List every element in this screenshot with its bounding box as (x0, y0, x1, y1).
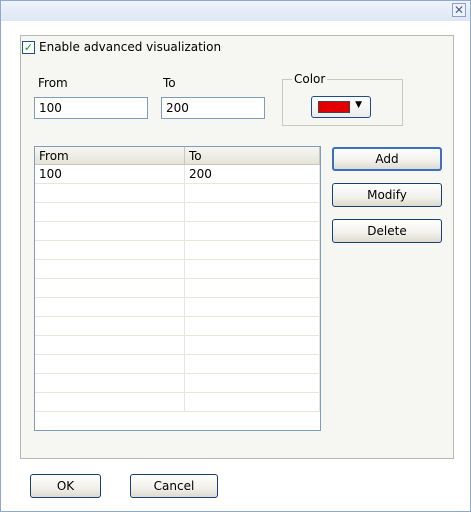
close-button[interactable]: ✕ (452, 3, 466, 17)
checkbox-label: Enable advanced visualization (39, 40, 222, 54)
cell-to[interactable] (184, 392, 320, 412)
cell-to[interactable]: 200 (184, 164, 320, 184)
table-row[interactable] (35, 316, 320, 336)
enable-advanced-visualization-checkbox[interactable]: ✓ Enable advanced visualization (22, 40, 221, 54)
cell-to[interactable] (184, 259, 320, 279)
cell-to[interactable] (184, 354, 320, 374)
title-bar: ✕ (1, 1, 470, 21)
table-row[interactable] (35, 335, 320, 355)
cell-to[interactable] (184, 221, 320, 241)
cell-to[interactable] (184, 297, 320, 317)
cell-from[interactable] (35, 259, 185, 279)
cell-from[interactable] (35, 354, 185, 374)
cell-to[interactable] (184, 316, 320, 336)
cell-from[interactable] (35, 202, 185, 222)
column-header-from[interactable]: From (35, 147, 185, 165)
column-header-to[interactable]: To (184, 147, 320, 165)
table-row[interactable] (35, 221, 320, 241)
checkmark-icon: ✓ (23, 40, 34, 54)
table-row[interactable] (35, 392, 320, 412)
table-row[interactable] (35, 373, 320, 393)
table-row[interactable] (35, 240, 320, 260)
cell-from[interactable] (35, 221, 185, 241)
color-groupbox: Color ▼ (282, 72, 403, 126)
table-row[interactable] (35, 202, 320, 222)
table-row[interactable] (35, 278, 320, 298)
color-picker-button[interactable]: ▼ (311, 96, 371, 118)
cell-from[interactable] (35, 373, 185, 393)
cell-to[interactable] (184, 240, 320, 260)
cell-from[interactable]: 100 (35, 164, 185, 184)
to-input[interactable]: 200 (161, 97, 265, 119)
cell-from[interactable] (35, 278, 185, 298)
from-label: From (38, 76, 68, 90)
modify-button[interactable]: Modify (332, 183, 442, 207)
visualization-dialog: ✕ ✓ Enable advanced visualization From T… (0, 0, 471, 512)
cell-to[interactable] (184, 373, 320, 393)
table-row[interactable] (35, 297, 320, 317)
cell-to[interactable] (184, 202, 320, 222)
add-button[interactable]: Add (332, 147, 442, 171)
cell-to[interactable] (184, 278, 320, 298)
checkbox-box[interactable]: ✓ (22, 40, 35, 54)
delete-button[interactable]: Delete (332, 219, 442, 243)
table-row[interactable] (35, 354, 320, 374)
cancel-button[interactable]: Cancel (130, 474, 218, 498)
from-input[interactable]: 100 (34, 97, 148, 119)
cell-to[interactable] (184, 335, 320, 355)
cell-from[interactable] (35, 183, 185, 203)
cell-from[interactable] (35, 392, 185, 412)
table-row[interactable]: 100 200 (35, 164, 320, 184)
to-label: To (163, 76, 176, 90)
table-row[interactable] (35, 183, 320, 203)
color-legend: Color (292, 72, 328, 86)
color-swatch (318, 101, 350, 113)
cell-from[interactable] (35, 240, 185, 260)
range-table[interactable]: From To 100 200 (34, 146, 321, 431)
cell-to[interactable] (184, 183, 320, 203)
ok-button[interactable]: OK (30, 474, 101, 498)
dropdown-arrow-icon: ▼ (355, 100, 362, 110)
cell-from[interactable] (35, 316, 185, 336)
cell-from[interactable] (35, 297, 185, 317)
cell-from[interactable] (35, 335, 185, 355)
table-row[interactable] (35, 259, 320, 279)
